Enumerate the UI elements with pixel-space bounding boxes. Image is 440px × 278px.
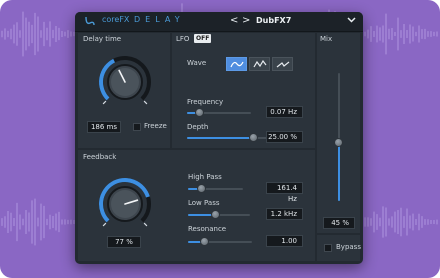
high-pass-slider[interactable] [188,184,243,193]
mix-title: Mix [320,35,333,43]
low-pass-slider[interactable] [188,210,250,219]
mix-value[interactable]: 45 % [323,217,355,229]
low-pass-slider-thumb[interactable] [210,210,220,219]
bypass-label: Bypass [336,243,361,251]
bypass-checkbox[interactable] [324,244,332,252]
high-pass-slider-thumb[interactable] [196,184,206,193]
resonance-slider-thumb[interactable] [200,237,210,246]
lfo-title: LFO [176,35,190,43]
desktop-background: coreFX DELAY < > DubFX7 Delay time 186 m… [0,0,440,278]
sawtooth-wave-icon [276,61,290,68]
triangle-wave-button[interactable] [249,57,270,71]
delay-time-value[interactable]: 186 ms [87,121,121,133]
frequency-value[interactable]: 0.07 Hz [266,106,303,118]
lfo-state-toggle[interactable]: OFF [194,34,212,43]
mix-slider-thumb[interactable] [334,138,343,148]
next-preset-button[interactable]: > [242,15,250,27]
resonance-value[interactable]: 1.00 [266,235,303,247]
high-pass-value[interactable]: 161.4 Hz [266,182,303,203]
resonance-slider[interactable] [188,237,252,246]
preset-name[interactable]: DubFX7 [256,16,291,25]
chevron-down-icon[interactable] [347,16,356,23]
previous-preset-button[interactable]: < [230,15,238,27]
brand-name: coreFX [102,15,130,24]
freeze-checkbox[interactable] [133,123,141,131]
sine-wave-button[interactable] [226,57,247,71]
mix-panel: Mix 45 % [317,33,360,233]
feedback-value[interactable]: 77 % [107,236,141,248]
delay-time-title: Delay time [83,35,122,43]
mix-slider[interactable] [334,73,343,201]
depth-slider-thumb[interactable] [249,133,259,142]
product-name: DELAY [134,15,185,24]
resonance-label: Resonance [188,225,227,233]
delay-plugin-window: coreFX DELAY < > DubFX7 Delay time 186 m… [75,12,363,264]
plugin-header: coreFX DELAY < > DubFX7 [75,12,363,32]
sawtooth-wave-button[interactable] [272,57,293,71]
frequency-label: Frequency [187,98,224,106]
feedback-panel: Feedback 77 % High Pass 161.4 Hz Low Pas… [78,150,315,261]
delay-time-knob[interactable] [96,53,154,111]
freeze-label: Freeze [144,122,167,130]
frequency-slider[interactable] [187,108,251,117]
depth-slider[interactable] [187,133,269,142]
delay-time-panel: Delay time 186 ms Freeze [78,33,170,148]
frequency-slider-thumb[interactable] [194,108,204,117]
feedback-title: Feedback [83,153,117,161]
triangle-wave-icon [253,60,267,68]
depth-value[interactable]: 25.00 % [266,131,303,143]
low-pass-label: Low Pass [188,199,220,207]
feedback-knob[interactable] [96,175,154,233]
sine-wave-icon [230,61,244,68]
low-pass-value[interactable]: 1.2 kHz [266,208,303,220]
high-pass-label: High Pass [188,173,222,181]
wave-label: Wave [187,59,207,67]
corefx-logo-icon [85,16,95,26]
depth-label: Depth [187,123,209,131]
lfo-panel: LFO OFF Wave Frequency 0.07 Hz Depth 25.… [172,33,315,148]
bypass-panel: Bypass [317,235,361,261]
